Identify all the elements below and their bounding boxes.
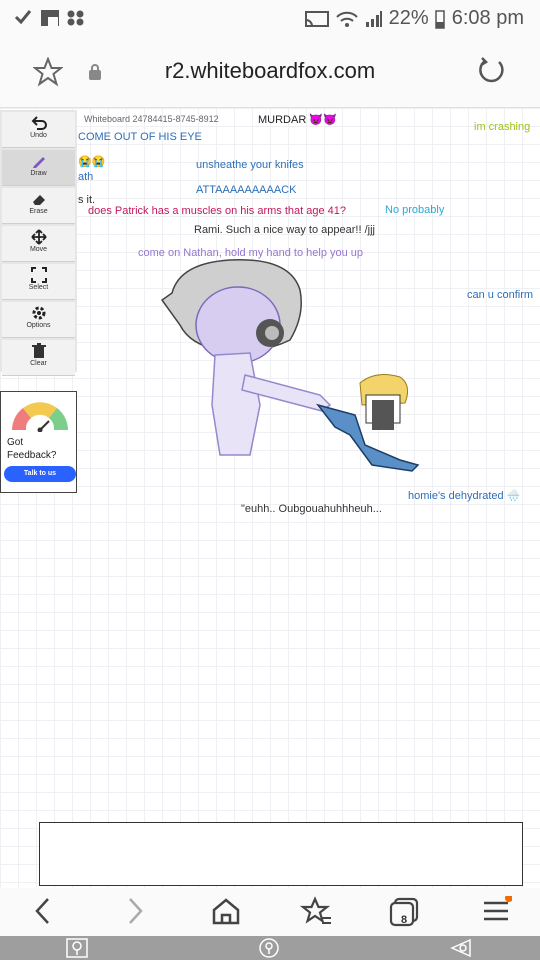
battery-percent: 22%: [388, 7, 429, 30]
draw-button[interactable]: Draw: [2, 150, 75, 186]
home-icon[interactable]: [211, 896, 241, 926]
move-icon: [30, 229, 47, 245]
options-button[interactable]: Options: [2, 302, 75, 338]
back-system-icon[interactable]: [450, 938, 472, 958]
draw-label: Draw: [30, 170, 47, 177]
talk-to-us-button[interactable]: Talk to us: [4, 466, 76, 482]
clear-label: Clear: [30, 360, 47, 367]
cast-icon: [304, 10, 329, 27]
menu-icon[interactable]: [482, 896, 512, 926]
board-text: Rami. Such a nice way to appear!! /jjj: [194, 224, 375, 236]
address-bar: r2.whiteboardfox.com: [0, 36, 540, 108]
feedback-gauge-icon: [12, 402, 68, 432]
tab-count: 8: [400, 914, 408, 926]
pencil-icon: [32, 157, 45, 168]
move-label: Move: [29, 246, 48, 253]
feedback-text: Got Feedback?: [7, 437, 57, 461]
bookmarks-icon[interactable]: [300, 896, 332, 926]
status-right: 22% 6:08 pm: [304, 7, 524, 30]
ad-banner: [39, 822, 523, 886]
erase-label: Erase: [29, 208, 48, 215]
select-button[interactable]: Select: [2, 264, 75, 300]
board-text: homie's dehydrated 🌧️: [408, 490, 521, 502]
trash-icon: [31, 343, 46, 358]
board-text: im crashing: [474, 121, 531, 133]
feedback-widget: Got Feedback? Talk to us: [0, 391, 77, 493]
home-system-icon[interactable]: [258, 938, 280, 958]
check-icon: [14, 10, 32, 25]
undo-button[interactable]: Undo: [2, 112, 75, 148]
select-icon: [30, 267, 47, 283]
reload-icon[interactable]: [477, 56, 507, 86]
board-text: No probably: [385, 204, 445, 216]
board-text: ath: [78, 171, 94, 183]
recent-apps-icon[interactable]: [66, 938, 88, 958]
signal-icon: [366, 10, 383, 27]
undo-label: Undo: [30, 132, 47, 139]
wifi-icon: [336, 11, 359, 27]
browser-nav-bar: [0, 888, 540, 936]
board-text: 😭😭: [78, 156, 106, 168]
board-text: unsheathe your knifes: [196, 159, 304, 171]
toolbar: Undo Draw Erase Move Select Options Clea…: [0, 110, 77, 376]
board-drawing: [160, 259, 420, 472]
board-text: "euhh.. Oubgouahuhhheuh...: [241, 503, 382, 515]
board-text: MURDAR 😈😈: [258, 114, 337, 126]
back-icon[interactable]: [33, 896, 53, 926]
erase-button[interactable]: Erase: [2, 188, 75, 224]
forward-icon[interactable]: [125, 896, 145, 926]
gear-icon: [32, 306, 45, 320]
board-text: COME OUT OF HIS EYE: [78, 131, 202, 143]
board-text: does Patrick has a muscles on his arms t…: [88, 205, 347, 217]
board-text: can u confirm: [467, 289, 534, 301]
undo-icon: [31, 116, 47, 130]
eraser-icon: [32, 195, 45, 205]
clock: 6:08 pm: [451, 7, 524, 30]
flipboard-icon: [41, 10, 59, 26]
status-bar: 22% 6:08 pm: [0, 0, 540, 36]
select-label: Select: [28, 284, 49, 291]
move-button[interactable]: Move: [2, 226, 75, 262]
system-nav-bar: [0, 936, 540, 960]
options-label: Options: [26, 322, 51, 329]
board-text: ATTAAAAAAAAACK: [196, 184, 297, 196]
whiteboard-id: Whiteboard 24784415-8745-8912: [84, 114, 219, 124]
url-text[interactable]: r2.whiteboardfox.com: [0, 58, 540, 84]
apps-icon: [67, 10, 84, 26]
screen: 22% 6:08 pm r2.whiteboardfox.com Whitebo…: [0, 0, 540, 960]
battery-icon: [435, 9, 445, 29]
clear-button[interactable]: Clear: [2, 340, 75, 376]
